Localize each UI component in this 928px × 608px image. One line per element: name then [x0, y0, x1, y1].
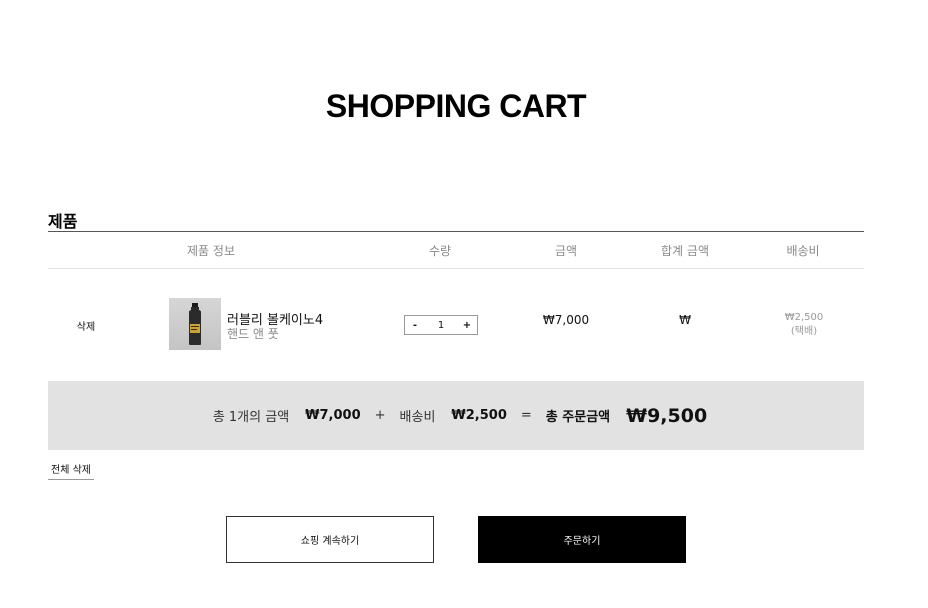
- item-total: ₩: [679, 313, 691, 327]
- item-price: ₩7,000: [542, 313, 590, 327]
- table-top-divider: [48, 231, 864, 232]
- summary-count-label: 총 1개의 금액: [212, 410, 290, 425]
- quantity-increase-button[interactable]: +: [457, 320, 477, 331]
- summary-shipping-amount: ₩2,500: [451, 408, 507, 423]
- header-price: 금액: [554, 244, 578, 258]
- summary-grand-label: 총 주문금액: [545, 410, 611, 425]
- delete-item-button[interactable]: 삭제: [77, 318, 95, 333]
- header-total: 합계 금액: [661, 244, 709, 258]
- header-shipping: 배송비: [786, 244, 820, 258]
- page-title: SHOPPING CART: [325, 88, 587, 124]
- bottle-image: [189, 303, 201, 345]
- order-summary: 총 1개의 금액 ₩7,000 + 배송비 ₩2,500 = 총 주문금액 ₩9…: [48, 381, 864, 450]
- continue-shopping-button[interactable]: 쇼핑 계속하기: [226, 516, 434, 563]
- item-shipping: ₩2,500 (택배): [785, 311, 824, 339]
- header-quantity: 수량: [428, 244, 452, 258]
- summary-equals-sign: =: [520, 408, 532, 423]
- quantity-decrease-button[interactable]: -: [405, 320, 425, 331]
- table-header-divider: [48, 268, 864, 269]
- header-product-info: 제품 정보: [187, 244, 235, 258]
- product-thumbnail[interactable]: [169, 298, 221, 350]
- summary-shipping-label: 배송비: [399, 410, 436, 425]
- order-button[interactable]: 주문하기: [478, 516, 686, 563]
- product-option: 핸드 앤 풋: [227, 327, 279, 341]
- summary-grand-amount: ₩9,500: [626, 404, 708, 427]
- summary-items-amount: ₩7,000: [305, 408, 361, 423]
- quantity-value[interactable]: 1: [425, 320, 457, 331]
- shipping-fee: ₩2,500: [784, 312, 824, 323]
- clear-all-button[interactable]: 전체 삭제: [48, 463, 94, 480]
- shipping-method: (택배): [790, 326, 818, 337]
- section-title: 제품: [48, 212, 78, 231]
- quantity-stepper: - 1 +: [404, 315, 478, 335]
- summary-plus-sign: +: [374, 408, 386, 423]
